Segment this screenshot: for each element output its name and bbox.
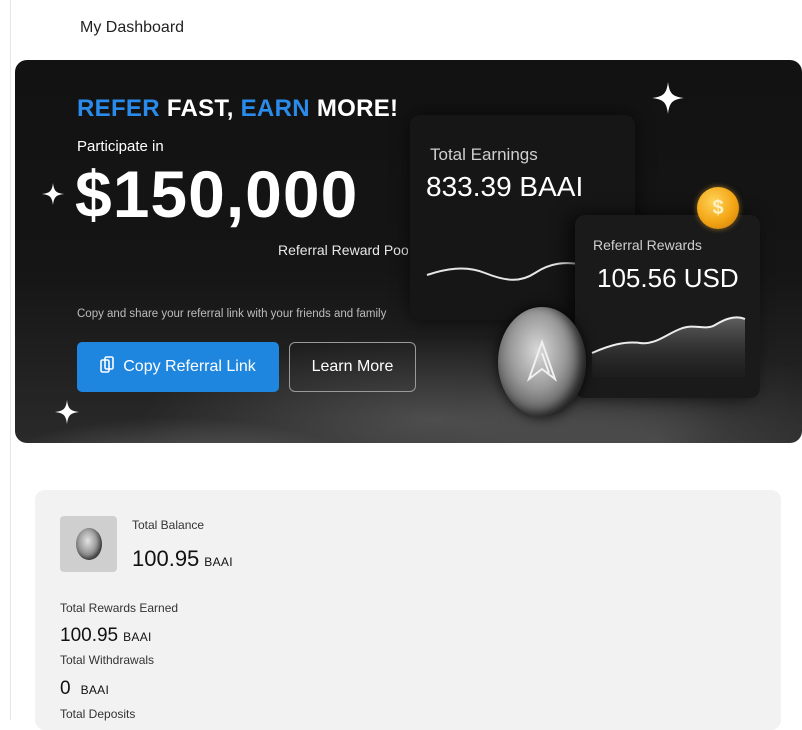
participate-text: Participate in [77, 138, 164, 155]
copy-icon [100, 355, 115, 379]
total-rewards-label: Total Rewards Earned [60, 601, 179, 615]
banner-headline: REFER FAST, EARN MORE! [77, 95, 398, 123]
sparkle-icon [42, 183, 64, 205]
total-rewards-amount: 100.95 [60, 625, 119, 646]
page-title: My Dashboard [80, 19, 185, 36]
copy-referral-link-label: Copy Referral Link [123, 358, 256, 375]
learn-more-button[interactable]: Learn More [289, 342, 416, 392]
balance-coin-thumbnail [60, 516, 117, 572]
total-withdrawals-label: Total Withdrawals [60, 653, 155, 667]
headline-refer: REFER [77, 95, 160, 122]
referral-rewards-value: 105.56 USD [597, 263, 739, 293]
total-rewards-unit: BAAI [123, 630, 152, 644]
total-balance-unit: BAAI [204, 555, 233, 569]
total-earnings-label: Total Earnings [430, 145, 538, 164]
balance-panel: Total Balance 100.95 BAAI Total Rewards E… [35, 490, 781, 730]
total-deposits-label: Total Deposits [60, 707, 136, 721]
coin-icon [75, 528, 102, 560]
dollar-coin-icon: $ [697, 187, 739, 229]
total-earnings-value: 833.39 BAAI [426, 171, 584, 202]
referral-rewards-label: Referral Rewards [593, 237, 702, 253]
total-balance-amount: 100.95 [132, 546, 200, 571]
referral-sparkline [591, 316, 746, 377]
total-withdrawals-value: 0 BAAI [60, 678, 109, 700]
reward-pool-amount: $150,000 [75, 157, 359, 231]
headline-fast: FAST, [166, 95, 234, 122]
total-balance-value: 100.95 BAAI [132, 546, 233, 572]
reward-pool-label: Referral Reward Pool [278, 242, 408, 258]
sparkle-icon [55, 400, 79, 424]
total-balance-label: Total Balance [132, 518, 205, 532]
referral-banner: REFER FAST, EARN MORE! Participate in $1… [15, 60, 802, 443]
brand-coin-icon [498, 307, 586, 417]
copy-referral-link-button[interactable]: Copy Referral Link [77, 342, 279, 392]
learn-more-label: Learn More [311, 358, 394, 375]
sparkle-icon [652, 82, 684, 114]
headline-more: MORE! [316, 95, 399, 122]
share-instructions: Copy and share your referral link with y… [77, 308, 387, 320]
left-divider [10, 0, 11, 720]
total-withdrawals-amount: 0 [60, 678, 71, 699]
total-withdrawals-unit: BAAI [80, 683, 110, 697]
headline-earn: EARN [240, 95, 310, 122]
total-rewards-value: 100.95 BAAI [60, 625, 152, 647]
referral-rewards-card: Referral Rewards 105.56 USD [575, 215, 760, 398]
